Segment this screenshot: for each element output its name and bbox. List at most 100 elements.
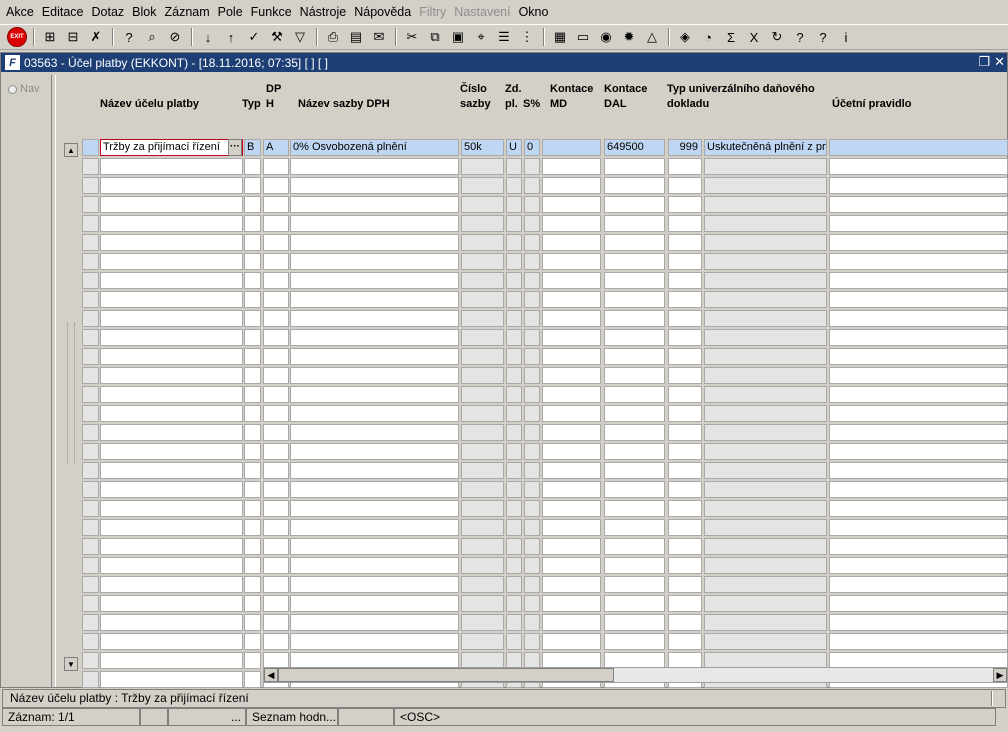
cell-typ[interactable]: B [244, 139, 261, 156]
cell-nazev[interactable] [100, 481, 243, 498]
cell-nazev[interactable] [100, 405, 243, 422]
cell-zd-pl[interactable] [506, 215, 522, 232]
cell-sel[interactable] [82, 253, 99, 270]
menu-pole[interactable]: Pole [214, 0, 247, 24]
table-row[interactable] [82, 177, 1008, 194]
cell-sel[interactable] [82, 177, 99, 194]
cell-cislo-sazby[interactable]: 50k [461, 139, 504, 156]
table-row[interactable] [82, 557, 1008, 574]
cell-kontace-dal[interactable] [604, 215, 665, 232]
cell-ucetni-pravidlo[interactable] [829, 557, 1008, 574]
table-row[interactable] [82, 310, 1008, 327]
cell-typ-dokladu[interactable] [704, 405, 827, 422]
cell-kontace-dal[interactable] [604, 424, 665, 441]
cell-nazev[interactable] [100, 595, 243, 612]
cell-kontace-dal[interactable] [604, 329, 665, 346]
cell-ucetni-pravidlo[interactable] [829, 519, 1008, 536]
cell-kontace-md[interactable] [542, 614, 601, 631]
cell-cislo-sazby[interactable] [461, 614, 504, 631]
cell-typ-kod[interactable] [668, 329, 702, 346]
cell-cislo-sazby[interactable] [461, 500, 504, 517]
cell-sel[interactable] [82, 196, 99, 213]
cell-s-pct[interactable] [524, 329, 540, 346]
globe-icon[interactable]: ◉ [595, 26, 617, 48]
cell-dph[interactable] [263, 329, 289, 346]
cell-kontace-md[interactable] [542, 348, 601, 365]
cell-typ-dokladu[interactable] [704, 367, 827, 384]
cell-sazba-nazev[interactable] [290, 538, 459, 555]
cell-typ[interactable] [244, 329, 261, 346]
clear-record-icon[interactable]: ✗ [85, 26, 107, 48]
cell-sel[interactable] [82, 481, 99, 498]
cell-nazev[interactable] [100, 614, 243, 631]
cell-dph[interactable] [263, 215, 289, 232]
cell-sazba-nazev[interactable] [290, 576, 459, 593]
cell-typ[interactable] [244, 481, 261, 498]
cell-s-pct[interactable] [524, 253, 540, 270]
cell-kontace-md[interactable] [542, 557, 601, 574]
cell-s-pct[interactable]: 0 [524, 139, 540, 156]
cell-typ-dokladu[interactable] [704, 576, 827, 593]
cell-kontace-dal[interactable] [604, 196, 665, 213]
cell-sel[interactable] [82, 652, 99, 669]
cell-kontace-md[interactable] [542, 481, 601, 498]
cell-typ-dokladu[interactable] [704, 595, 827, 612]
cell-typ-kod[interactable] [668, 538, 702, 555]
cell-typ-dokladu[interactable] [704, 329, 827, 346]
cell-sel[interactable] [82, 272, 99, 289]
cell-kontace-md[interactable] [542, 519, 601, 536]
cell-typ-kod[interactable] [668, 405, 702, 422]
cell-dph[interactable] [263, 405, 289, 422]
cell-typ-dokladu[interactable] [704, 557, 827, 574]
cell-ucetni-pravidlo[interactable] [829, 329, 1008, 346]
email-icon[interactable]: ✉ [368, 26, 390, 48]
cell-typ-dokladu[interactable] [704, 291, 827, 308]
cell-typ-kod[interactable] [668, 310, 702, 327]
cell-typ[interactable] [244, 310, 261, 327]
table-row[interactable] [82, 538, 1008, 555]
cell-dph[interactable]: A [263, 139, 289, 156]
cell-dph[interactable] [263, 538, 289, 555]
cell-sazba-nazev[interactable] [290, 462, 459, 479]
cell-kontace-dal[interactable]: 649500 [604, 139, 665, 156]
cell-sazba-nazev[interactable] [290, 291, 459, 308]
cell-cislo-sazby[interactable] [461, 443, 504, 460]
scroll-up-icon[interactable]: ▲ [64, 143, 78, 157]
cell-s-pct[interactable] [524, 424, 540, 441]
cell-nazev[interactable]: Tržby za přijímací řízení [100, 139, 243, 156]
cell-dph[interactable] [263, 519, 289, 536]
cell-dph[interactable] [263, 177, 289, 194]
table-row[interactable] [82, 329, 1008, 346]
cell-sel[interactable] [82, 139, 99, 156]
cell-typ-dokladu[interactable] [704, 215, 827, 232]
cancel-query-icon[interactable]: ⊘ [164, 26, 186, 48]
cell-zd-pl[interactable] [506, 481, 522, 498]
chart-icon[interactable]: ◈ [674, 26, 696, 48]
cell-kontace-dal[interactable] [604, 367, 665, 384]
scroll-left-icon[interactable]: ◀ [264, 668, 278, 682]
cell-sel[interactable] [82, 348, 99, 365]
cell-cislo-sazby[interactable] [461, 595, 504, 612]
execute-query-icon[interactable]: ⌕ [141, 26, 163, 48]
cell-typ-kod[interactable]: 999 [668, 139, 702, 156]
cell-kontace-dal[interactable] [604, 158, 665, 175]
cell-zd-pl[interactable] [506, 443, 522, 460]
cell-sazba-nazev[interactable] [290, 595, 459, 612]
cell-ucetni-pravidlo[interactable] [829, 405, 1008, 422]
cell-sazba-nazev[interactable] [290, 234, 459, 251]
cell-typ-dokladu[interactable] [704, 158, 827, 175]
cell-cislo-sazby[interactable] [461, 158, 504, 175]
cell-dph[interactable] [263, 443, 289, 460]
cell-ucetni-pravidlo[interactable] [829, 139, 1008, 156]
cell-sel[interactable] [82, 538, 99, 555]
cell-s-pct[interactable] [524, 557, 540, 574]
cell-nazev[interactable] [100, 671, 243, 688]
cell-sazba-nazev[interactable] [290, 310, 459, 327]
cell-s-pct[interactable] [524, 272, 540, 289]
cell-sazba-nazev[interactable] [290, 557, 459, 574]
cell-typ[interactable] [244, 576, 261, 593]
cell-typ-dokladu[interactable] [704, 538, 827, 555]
cell-dph[interactable] [263, 424, 289, 441]
cell-dph[interactable] [263, 348, 289, 365]
cell-zd-pl[interactable] [506, 272, 522, 289]
